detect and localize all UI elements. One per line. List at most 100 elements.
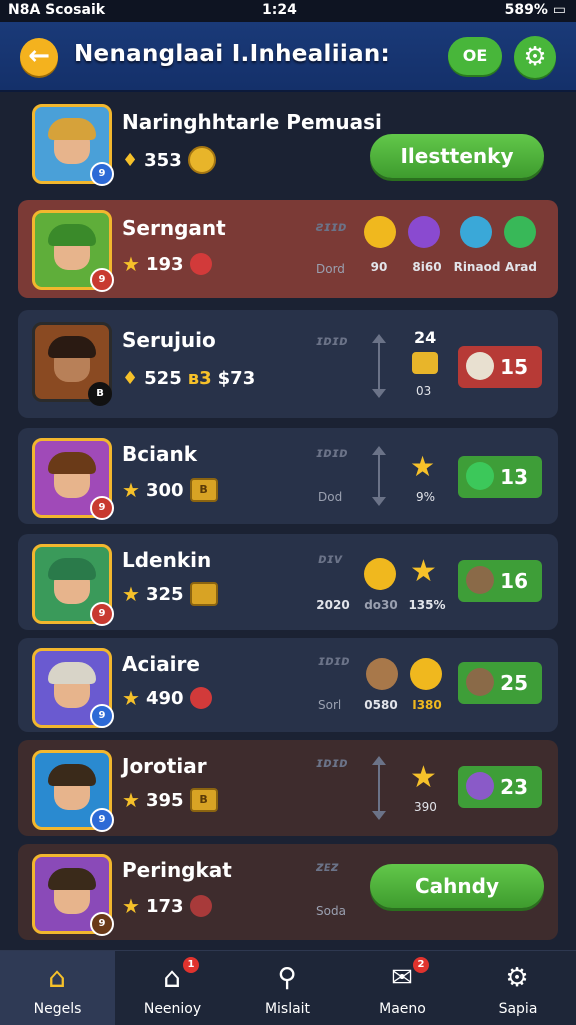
action-button[interactable]: Cahndy: [370, 864, 544, 908]
trophy-icon: ♦: [122, 149, 139, 171]
level-badge: 9: [90, 704, 114, 728]
notification-badge: 2: [413, 957, 429, 973]
nav-label: Neenioy: [143, 1001, 202, 1017]
rank-sublabel: 390: [414, 800, 437, 814]
pet-icon: [366, 658, 398, 690]
rank-label: ƨɪɪᴅ: [316, 220, 347, 235]
level-badge: 9: [90, 268, 114, 292]
potion-icon: [466, 772, 494, 800]
score-value: 353: [144, 149, 182, 171]
page-title: Nenanglaai I.Inhealiian:: [74, 41, 391, 67]
level-badge: 9: [90, 912, 114, 936]
nav-item-settings[interactable]: ⚙ Sapia: [460, 951, 576, 1025]
rank-change-arrow-icon: [372, 756, 386, 820]
list-item[interactable]: 9 Jorotiar ★ 395 B ɪᴅɪᴅ ★ 390 23: [18, 740, 558, 836]
reward-badge[interactable]: 25: [458, 662, 542, 704]
icon-label: I380: [412, 698, 442, 712]
ticket-icon: [412, 352, 438, 374]
extra-value: ʙ3: [187, 368, 212, 389]
player-name: Serujuio: [122, 328, 216, 352]
rank-label: ɪᴅɪᴅ: [318, 654, 350, 669]
player-score: ★ 490: [122, 686, 212, 710]
rank-sublabel: Dod: [318, 490, 343, 504]
nav-item-home[interactable]: ⌂ Negels: [0, 951, 115, 1025]
player-score: ★ 325: [122, 582, 218, 606]
icon-label: 135%: [408, 598, 446, 612]
score-value: 490: [145, 687, 184, 709]
nav-item-house[interactable]: ⌂ 1 Neenioy: [115, 951, 230, 1025]
trophy-icon: ♦: [122, 368, 139, 389]
score-value: 395: [145, 789, 184, 811]
rank-change-arrow-icon: [372, 446, 386, 506]
trophy-icon: [364, 216, 396, 248]
icon-label: Rinaod: [453, 260, 501, 274]
gem-icon: [189, 253, 212, 275]
list-item[interactable]: B Serujuio ♦ 525 ʙ3 $73 ɪᴅɪᴅ 24 03 15: [18, 310, 558, 418]
reward-badge[interactable]: 15: [458, 346, 542, 388]
reward-value: 15: [500, 355, 528, 379]
list-item[interactable]: 9 Aciaire ★ 490 ɪᴅɪᴅ Sorl 0580 I380 25: [18, 638, 558, 732]
nav-item-messages[interactable]: ✉ 2 Maeno: [345, 951, 460, 1025]
star-icon: ★: [122, 894, 140, 918]
list-item[interactable]: 9 Naringhhtarle Pemuasi ♦ 353 Ilesttenky: [18, 96, 558, 196]
reward-badge[interactable]: 16: [458, 560, 542, 602]
action-button[interactable]: Ilesttenky: [370, 134, 544, 178]
icon-label: Arad: [505, 260, 537, 274]
reward-badge[interactable]: 13: [458, 456, 542, 498]
rank-sublabel: 03: [416, 384, 432, 398]
star-icon: ★: [122, 582, 140, 606]
pet-icon: [466, 566, 494, 594]
bottom-nav: ⌂ Negels ⌂ 1 Neenioy ⚲ Mislait ✉ 2 Maeno…: [0, 950, 576, 1025]
gear-icon[interactable]: ⚙: [514, 36, 556, 78]
star-icon: ★: [122, 686, 140, 710]
battery-text: 589% ▭: [504, 2, 566, 18]
notification-badge: 1: [183, 957, 199, 973]
rank-label: ɪᴅɪᴅ: [316, 756, 348, 771]
rank-sublabel: Sorl: [318, 698, 342, 712]
star-icon: [504, 216, 536, 248]
list-item[interactable]: 9 Bciank ★ 300 B ɪᴅɪᴅ Dod ★ 9% 13: [18, 428, 558, 524]
back-arrow-icon[interactable]: ←: [20, 38, 58, 76]
star-icon: [466, 462, 494, 490]
potion-icon: [408, 216, 440, 248]
player-score: ★ 395 B: [122, 788, 218, 812]
ticket-icon: B: [189, 478, 218, 502]
rank-label: ᴅɪᴠ: [318, 552, 343, 567]
level-badge: 9: [90, 496, 114, 520]
reward-value: 13: [500, 465, 528, 489]
nav-item-search[interactable]: ⚲ Mislait: [230, 951, 345, 1025]
header-badge-button[interactable]: OE: [448, 37, 502, 75]
list-item[interactable]: 9 Peringkat ★ 173 ᴢᴇᴢ Soda Cahndy: [18, 844, 558, 940]
star-icon: ★: [122, 788, 140, 812]
trophy-icon: [410, 658, 442, 690]
list-item[interactable]: 9 Ldenkin ★ 325 ᴅɪᴠ ★ 2020 do30 135% 16: [18, 534, 558, 630]
player-score: ★ 173: [122, 894, 212, 918]
reward-badge[interactable]: 23: [458, 766, 542, 808]
player-name: Serngant: [122, 216, 226, 240]
magnifier-icon: ⚲: [277, 963, 297, 993]
sun-icon: [364, 558, 396, 590]
player-name: Bciank: [122, 442, 197, 466]
nav-label: Negels: [33, 1001, 82, 1017]
level-badge: 9: [90, 602, 114, 626]
score-value: 325: [145, 583, 184, 605]
gem-icon: [189, 687, 212, 709]
score-value: 173: [145, 895, 184, 917]
ticket-icon: B: [189, 788, 218, 812]
ticket-icon: [189, 582, 218, 606]
rank-label: ᴢᴇᴢ: [316, 860, 339, 875]
star-icon: ★: [410, 450, 436, 483]
icon-label: 8i60: [412, 260, 442, 274]
rank-sublabel: Soda: [316, 904, 346, 918]
status-bar: N8A Scosaik 1:24 589% ▭: [0, 0, 576, 22]
rank-number: 24: [414, 328, 437, 347]
star-icon: ★: [122, 252, 140, 276]
nav-label: Sapia: [498, 1001, 538, 1017]
reward-value: 25: [500, 671, 528, 695]
rank-label: ɪᴅɪᴅ: [316, 334, 348, 349]
gear-icon: ⚙: [505, 963, 529, 993]
list-item[interactable]: 9 Serngant ★ 193 ƨɪɪᴅ Dord 90 8i60 Rinao…: [18, 200, 558, 298]
pet-icon: [466, 668, 494, 696]
home-icon: ⌂: [48, 961, 66, 994]
star-icon: ★: [410, 760, 437, 795]
